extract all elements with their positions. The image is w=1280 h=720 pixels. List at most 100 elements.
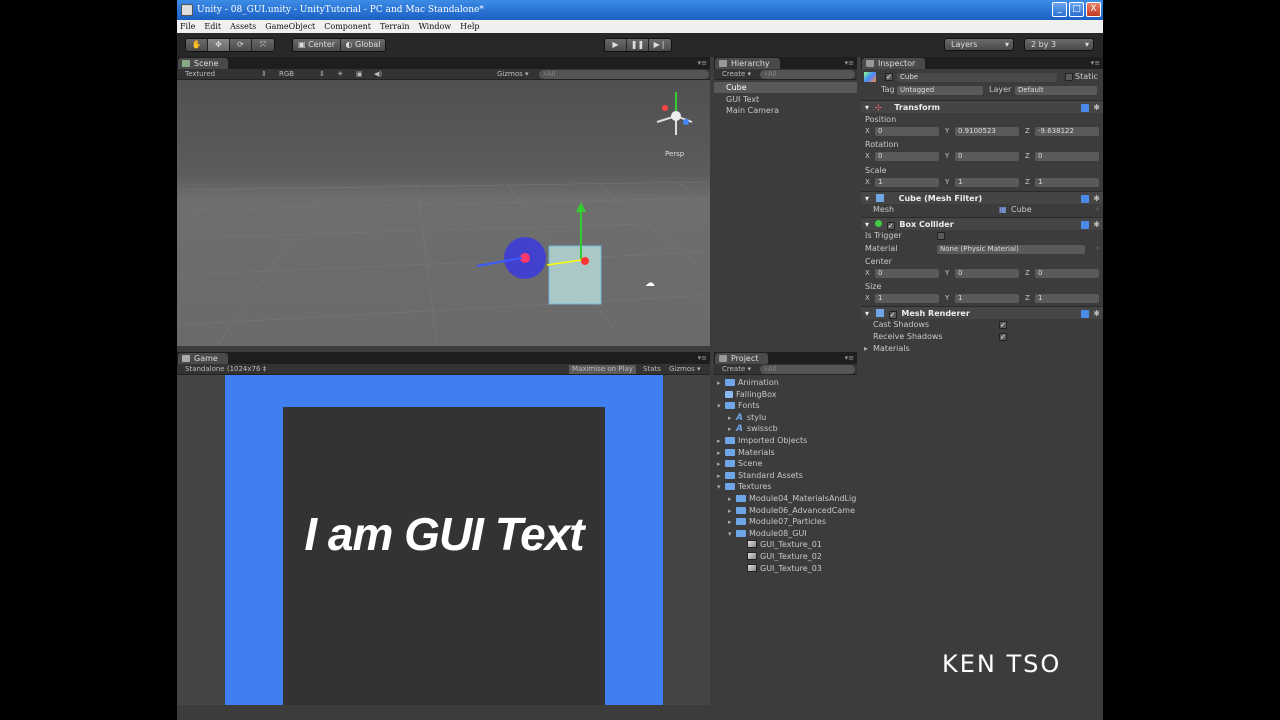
project-item[interactable]: FallingBox — [714, 389, 857, 400]
step-button[interactable]: ▶❘ — [649, 39, 671, 51]
position-z-field[interactable]: -9.638122 — [1035, 127, 1099, 136]
project-item[interactable]: ▾ Module08_GUI — [714, 528, 857, 539]
project-item[interactable]: ▸ Aswisscb — [714, 423, 857, 434]
receive-shadows-checkbox[interactable]: ✓ — [999, 333, 1007, 341]
project-item[interactable]: GUI_Texture_01 — [714, 539, 857, 550]
mesh-renderer-enabled-checkbox[interactable]: ✓ — [888, 311, 897, 319]
cast-shadows-checkbox[interactable]: ✓ — [999, 321, 1007, 329]
layer-dropdown[interactable]: Default — [1015, 86, 1097, 95]
audio-toggle-icon[interactable]: ◀) — [374, 70, 382, 79]
material-field[interactable]: None (Physic Material) — [937, 245, 1085, 254]
help-icon[interactable] — [1081, 221, 1089, 229]
scene-orientation-gizmo[interactable] — [656, 92, 693, 135]
center-y-field[interactable]: 0 — [955, 269, 1019, 278]
project-item[interactable]: GUI_Texture_03 — [714, 563, 857, 574]
scene-gizmos-dropdown[interactable]: Gizmos ▾ — [497, 70, 529, 79]
foldout-expanded-icon[interactable]: ▾ — [717, 401, 725, 412]
menu-component[interactable]: Component — [324, 22, 371, 31]
size-y-field[interactable]: 1 — [955, 294, 1019, 303]
mesh-filter-header[interactable]: ▾ Cube (Mesh Filter) ✱ — [861, 191, 1103, 204]
foldout-collapsed-icon[interactable]: ▸ — [728, 494, 736, 505]
foldout-collapsed-icon[interactable]: ▸ — [717, 448, 725, 459]
panel-menu-icon[interactable]: ▾≡ — [698, 59, 707, 67]
rotation-x-field[interactable]: 0 — [875, 152, 939, 161]
center-z-field[interactable]: 0 — [1035, 269, 1099, 278]
object-active-checkbox[interactable]: ✓ — [885, 73, 893, 81]
project-item[interactable]: ▸ Materials — [714, 447, 857, 458]
menu-assets[interactable]: Assets — [230, 22, 256, 31]
panel-menu-icon[interactable]: ▾≡ — [1091, 59, 1100, 67]
game-gizmos-dropdown[interactable]: Gizmos ▾ — [669, 365, 701, 374]
panel-menu-icon[interactable]: ▾≡ — [845, 59, 854, 67]
tab-project[interactable]: Project — [715, 353, 769, 364]
hierarchy-item-gui-text[interactable]: GUI Text — [714, 94, 857, 105]
rotate-tool-button[interactable]: ⟳ — [230, 39, 252, 51]
space-global-button[interactable]: ◐ Global — [341, 39, 385, 51]
channel-dropdown[interactable]: RGB — [279, 70, 294, 79]
foldout-collapsed-icon[interactable]: ▸ — [728, 413, 736, 424]
help-icon[interactable] — [1081, 104, 1089, 112]
size-z-field[interactable]: 1 — [1035, 294, 1099, 303]
move-tool-button[interactable]: ✥ — [208, 39, 230, 51]
menu-file[interactable]: File — [180, 22, 195, 31]
render-mode-dropdown[interactable]: Textured — [185, 70, 215, 79]
project-item[interactable]: ▸ Module04_MaterialsAndLig — [714, 493, 857, 504]
scale-z-field[interactable]: 1 — [1035, 178, 1099, 187]
object-picker-icon[interactable]: ◦ — [1095, 204, 1100, 216]
foldout-expanded-icon[interactable]: ▾ — [728, 529, 736, 540]
project-item[interactable]: ▸ Scene — [714, 458, 857, 469]
project-item[interactable]: ▸ Module07_Particles — [714, 516, 857, 527]
foldout-collapsed-icon[interactable]: ▸ — [717, 471, 725, 482]
menu-gameobject[interactable]: GameObject — [265, 22, 315, 31]
hierarchy-item-cube[interactable]: Cube — [714, 82, 857, 93]
position-x-field[interactable]: 0 — [875, 127, 939, 136]
foldout-expanded-icon[interactable]: ▾ — [717, 482, 725, 493]
close-button[interactable]: X — [1086, 2, 1101, 17]
project-item[interactable]: ▾ Textures — [714, 481, 857, 492]
hand-tool-button[interactable]: ✋ — [186, 39, 208, 51]
menu-edit[interactable]: Edit — [204, 22, 221, 31]
project-item[interactable]: ▸ Module06_AdvancedCame — [714, 505, 857, 516]
layers-dropdown[interactable]: Layers — [944, 38, 1014, 51]
static-checkbox[interactable] — [1065, 73, 1073, 81]
tab-hierarchy[interactable]: Hierarchy — [715, 58, 780, 69]
hierarchy-item-main-camera[interactable]: Main Camera — [714, 105, 857, 116]
stats-toggle[interactable]: Stats — [643, 365, 661, 374]
rotation-z-field[interactable]: 0 — [1035, 152, 1099, 161]
foldout-collapsed-icon[interactable]: ▸ — [717, 459, 725, 470]
project-item[interactable]: ▸ Standard Assets — [714, 470, 857, 481]
tag-dropdown[interactable]: Untagged — [897, 86, 983, 95]
foldout-collapsed-icon[interactable]: ▸ — [717, 436, 725, 447]
tab-game[interactable]: Game — [178, 353, 228, 364]
layout-dropdown[interactable]: 2 by 3 — [1024, 38, 1094, 51]
transform-header[interactable]: ▾ ⊹ Transform ✱ — [861, 100, 1103, 113]
hierarchy-search-input[interactable]: ⌕All — [760, 70, 855, 79]
rotation-y-field[interactable]: 0 — [955, 152, 1019, 161]
help-icon[interactable] — [1081, 195, 1089, 203]
pause-button[interactable]: ❚❚ — [627, 39, 649, 51]
tab-scene[interactable]: Scene — [178, 58, 229, 69]
size-x-field[interactable]: 1 — [875, 294, 939, 303]
project-create-dropdown[interactable]: Create ▾ — [722, 365, 751, 374]
position-y-field[interactable]: 0.9100523 — [955, 127, 1019, 136]
panel-menu-icon[interactable]: ▾≡ — [698, 354, 707, 362]
scale-tool-button[interactable]: ⤧ — [252, 39, 274, 51]
pivot-center-button[interactable]: ▣ Center — [293, 39, 341, 51]
project-item[interactable]: ▸ Imported Objects — [714, 435, 857, 446]
materials-row[interactable]: ▸ Materials — [861, 343, 1103, 355]
mesh-renderer-header[interactable]: ▾ ✓ Mesh Renderer ✱ — [861, 306, 1103, 319]
center-x-field[interactable]: 0 — [875, 269, 939, 278]
object-name-field[interactable]: Cube — [897, 73, 1057, 82]
scale-x-field[interactable]: 1 — [875, 178, 939, 187]
is-trigger-checkbox[interactable] — [937, 232, 945, 240]
foldout-collapsed-icon[interactable]: ▸ — [728, 517, 736, 528]
cube-object[interactable] — [548, 245, 602, 305]
lighting-toggle-icon[interactable]: ☀ — [337, 70, 343, 79]
foldout-collapsed-icon[interactable]: ▸ — [728, 506, 736, 517]
mesh-value[interactable]: Cube — [1011, 204, 1032, 216]
help-icon[interactable] — [1081, 310, 1089, 318]
box-collider-enabled-checkbox[interactable]: ✓ — [886, 222, 895, 230]
scene-search-input[interactable]: ⌕All — [539, 70, 709, 79]
scene-viewport[interactable]: ☁ Persp — [177, 80, 710, 346]
project-item[interactable]: ▸ Astylu — [714, 412, 857, 423]
